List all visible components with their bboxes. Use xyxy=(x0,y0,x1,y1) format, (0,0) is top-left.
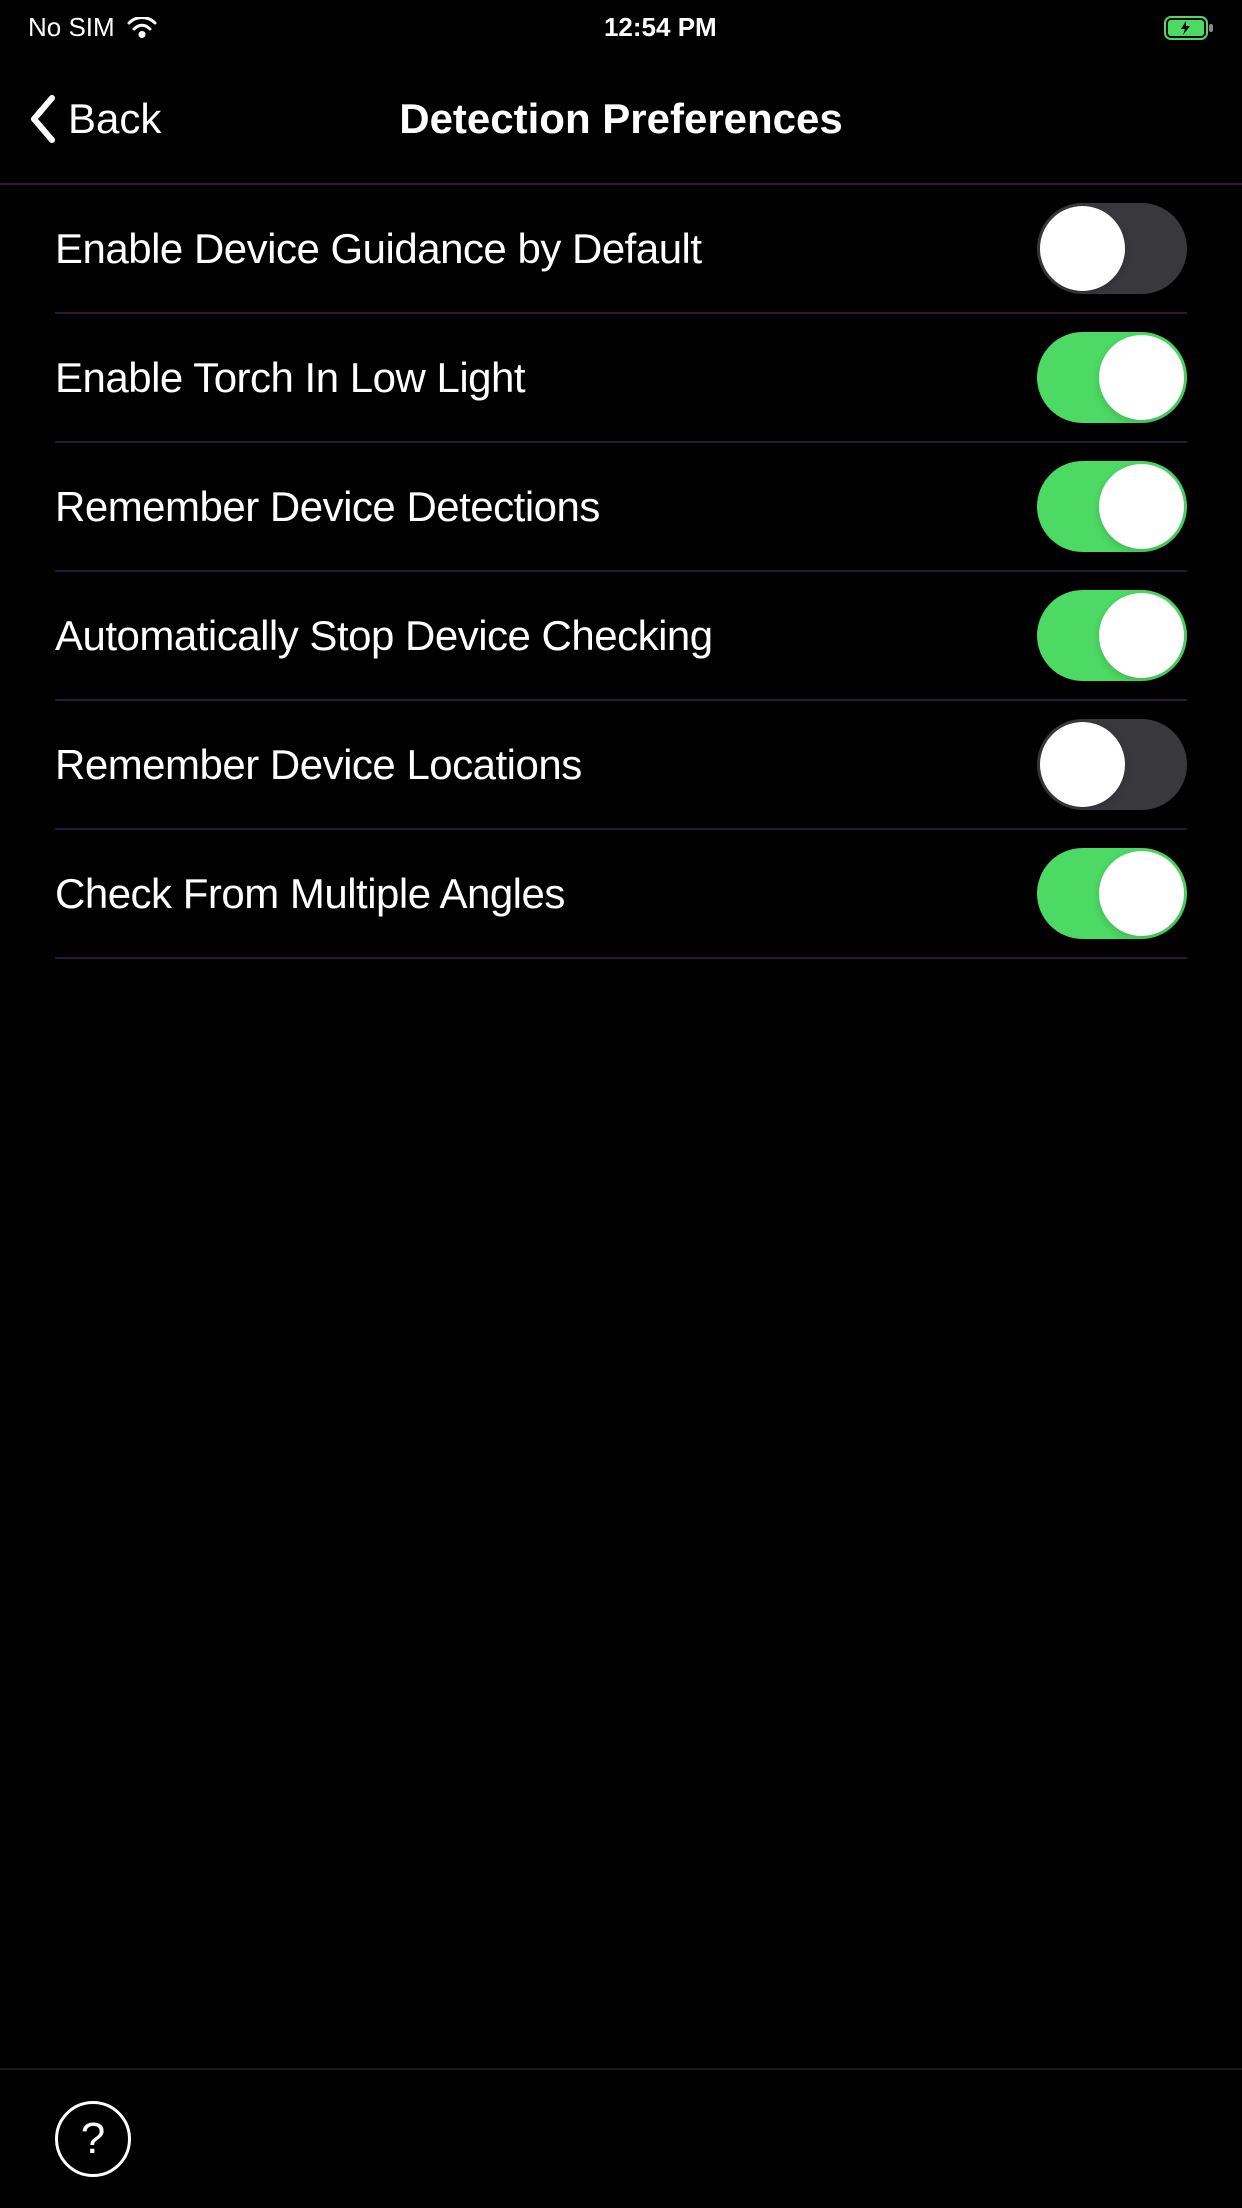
status-left: No SIM xyxy=(28,12,157,43)
setting-row-multiple-angles: Check From Multiple Angles xyxy=(55,830,1187,959)
help-button[interactable]: ? xyxy=(55,2101,131,2177)
status-right xyxy=(1164,16,1214,40)
back-button[interactable]: Back xyxy=(28,94,161,144)
help-icon: ? xyxy=(81,2114,105,2164)
wifi-icon xyxy=(127,17,157,39)
setting-label: Enable Torch In Low Light xyxy=(55,354,525,402)
toggle-torch-low-light[interactable] xyxy=(1037,332,1187,423)
settings-list: Enable Device Guidance by Default Enable… xyxy=(0,185,1242,2068)
setting-label: Enable Device Guidance by Default xyxy=(55,225,702,273)
toggle-knob xyxy=(1099,464,1184,549)
setting-row-torch-low-light: Enable Torch In Low Light xyxy=(55,314,1187,443)
setting-label: Remember Device Locations xyxy=(55,741,582,789)
toggle-auto-stop-checking[interactable] xyxy=(1037,590,1187,681)
setting-label: Check From Multiple Angles xyxy=(55,870,565,918)
toggle-knob xyxy=(1099,335,1184,420)
setting-row-remember-locations: Remember Device Locations xyxy=(55,701,1187,830)
setting-label: Remember Device Detections xyxy=(55,483,600,531)
battery-charging-icon xyxy=(1164,16,1214,40)
toggle-knob xyxy=(1040,722,1125,807)
status-bar: No SIM 12:54 PM xyxy=(0,0,1242,55)
footer-bar: ? xyxy=(0,2068,1242,2208)
setting-row-device-guidance: Enable Device Guidance by Default xyxy=(55,185,1187,314)
toggle-device-guidance[interactable] xyxy=(1037,203,1187,294)
setting-row-auto-stop-checking: Automatically Stop Device Checking xyxy=(55,572,1187,701)
toggle-knob xyxy=(1099,593,1184,678)
toggle-knob xyxy=(1099,851,1184,936)
status-time: 12:54 PM xyxy=(157,12,1164,43)
setting-row-remember-detections: Remember Device Detections xyxy=(55,443,1187,572)
toggle-remember-detections[interactable] xyxy=(1037,461,1187,552)
toggle-remember-locations[interactable] xyxy=(1037,719,1187,810)
nav-bar: Back Detection Preferences xyxy=(0,55,1242,185)
setting-label: Automatically Stop Device Checking xyxy=(55,612,713,660)
toggle-multiple-angles[interactable] xyxy=(1037,848,1187,939)
back-label: Back xyxy=(68,95,161,143)
toggle-knob xyxy=(1040,206,1125,291)
page-title: Detection Preferences xyxy=(0,95,1242,143)
carrier-text: No SIM xyxy=(28,12,115,43)
chevron-left-icon xyxy=(28,94,58,144)
